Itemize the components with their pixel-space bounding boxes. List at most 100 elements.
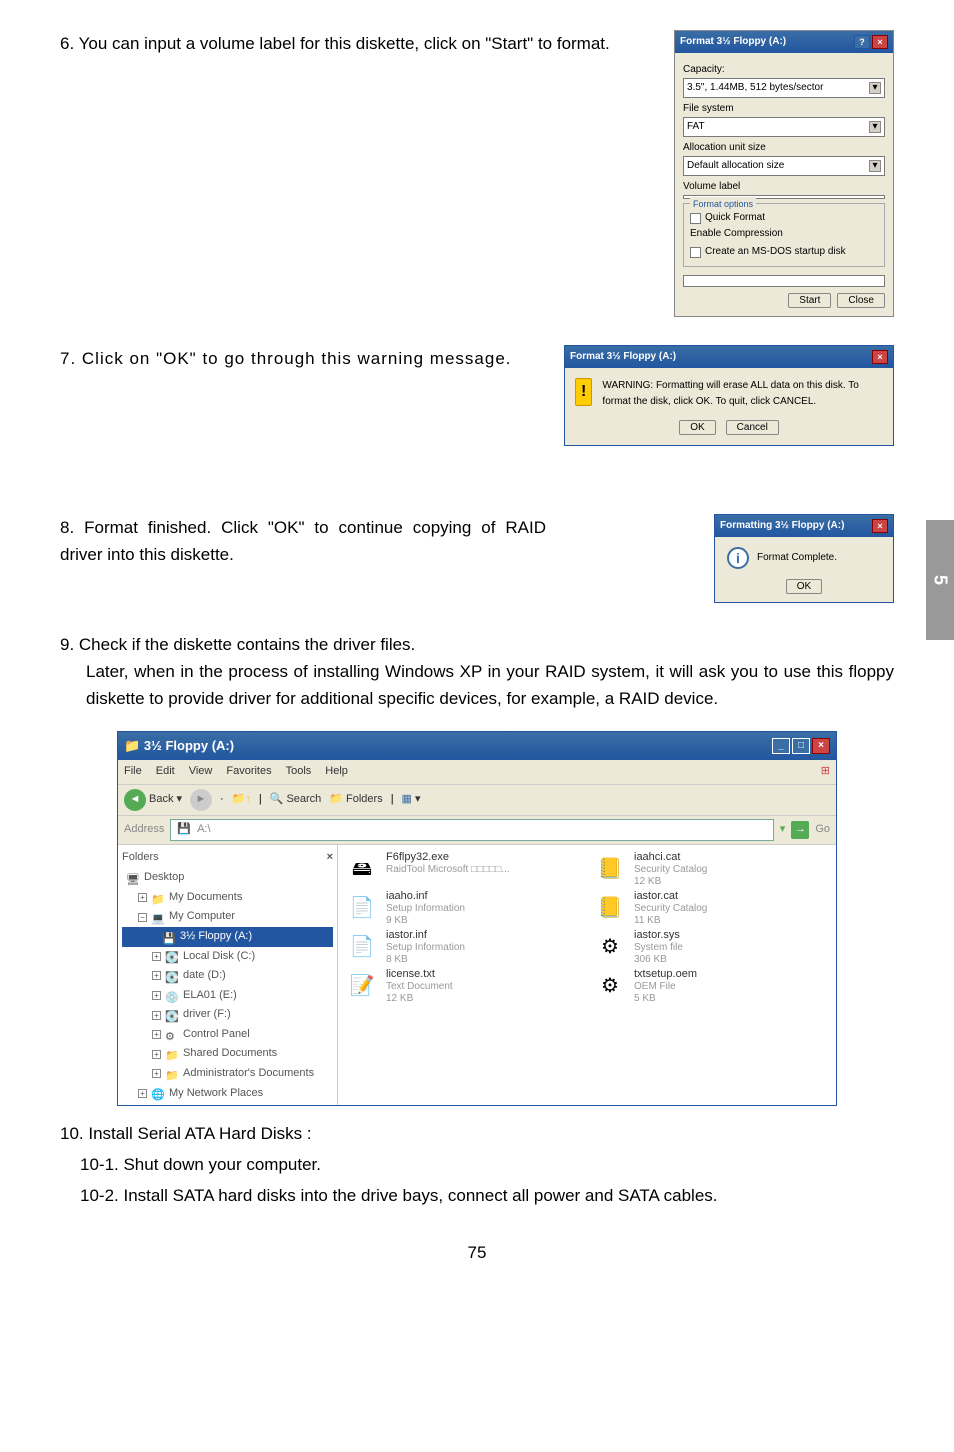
file-item[interactable]: ⚙iastor.sysSystem file306 KB [592,929,830,966]
control-panel-icon: ⚙ [165,1029,179,1041]
menu-help[interactable]: Help [325,763,348,781]
step9a-text: 9. Check if the diskette contains the dr… [60,631,894,658]
close-icon[interactable]: × [872,350,888,364]
quickformat-checkbox[interactable] [690,213,701,224]
close-pane-icon[interactable]: × [327,849,333,867]
up-button[interactable]: 📁↑ [232,791,251,809]
folder-icon: 📁 [165,1068,179,1080]
back-button[interactable]: ◄Back ▾ [124,789,182,811]
complete-message: Format Complete. [757,550,837,566]
file-item[interactable]: 🖴F6flpy32.exeRaidTool Microsoft □□□□□... [344,851,582,888]
allocation-label: Allocation unit size [683,140,885,156]
close-button[interactable]: Close [837,293,885,308]
expand-icon[interactable]: + [152,1069,161,1078]
menu-file[interactable]: File [124,763,142,781]
warning-icon: ! [575,378,592,406]
volume-label: Volume label [683,179,885,195]
explorer-title: 3½ Floppy (A:) [144,738,234,753]
chevron-down-icon[interactable]: ▾ [869,160,881,172]
oem-icon: ⚙ [592,968,628,1004]
divider: | [391,791,394,809]
floppy-icon: 💾 [177,821,191,839]
help-icon[interactable]: ? [854,35,870,49]
complete-dialog: Formatting 3½ Floppy (A:) × i Format Com… [714,514,894,603]
filesystem-label: File system [683,101,885,117]
folders-header: Folders [122,849,159,867]
divider: · [220,791,224,809]
forward-button[interactable]: ► [190,789,212,811]
expand-icon[interactable]: + [152,1050,161,1059]
menu-edit[interactable]: Edit [156,763,175,781]
go-label: Go [815,821,830,839]
close-icon[interactable]: × [872,519,888,533]
file-item[interactable]: 📒iaahci.catSecurity Catalog12 KB [592,851,830,888]
computer-icon: 💻 [151,911,165,923]
forward-icon: ► [190,789,212,811]
file-item[interactable]: 📄iastor.infSetup Information8 KB [344,929,582,966]
expand-icon[interactable]: + [152,991,161,1000]
close-icon[interactable]: × [872,35,888,49]
explorer-window: 📁 3½ Floppy (A:) _ □ × File Edit View Fa… [117,731,837,1106]
info-icon: i [727,547,749,569]
expand-icon[interactable]: + [152,1011,161,1020]
folder-up-icon: 📁↑ [232,791,251,809]
menu-tools[interactable]: Tools [286,763,312,781]
chevron-down-icon[interactable]: ▾ [869,121,881,133]
folders-button[interactable]: 📁Folders [329,791,382,809]
cat-icon: 📒 [592,890,628,926]
address-dropdown[interactable]: ▾ [780,821,786,839]
progress-bar [683,275,885,287]
complete-title: Formatting 3½ Floppy (A:) [720,518,844,534]
capacity-select[interactable]: 3.5", 1.44MB, 512 bytes/sector▾ [683,78,885,98]
desktop-icon: 🖥 [126,872,140,884]
expand-icon[interactable]: + [152,952,161,961]
start-button[interactable]: Start [788,293,831,308]
menu-favorites[interactable]: Favorites [226,763,271,781]
close-icon[interactable]: × [812,738,830,754]
step9b-text: Later, when in the process of installing… [60,658,894,712]
warning-message: WARNING: Formatting will erase ALL data … [602,378,883,410]
collapse-icon[interactable]: − [138,913,147,922]
page-number: 75 [60,1239,894,1266]
filesystem-select[interactable]: FAT▾ [683,117,885,137]
search-button[interactable]: 🔍Search [270,791,322,809]
address-input[interactable]: 💾A:\ [170,819,773,841]
inf-icon: 📄 [344,929,380,965]
floppy-icon: 💾 [162,931,176,943]
expand-icon[interactable]: + [152,1030,161,1039]
sys-icon: ⚙ [592,929,628,965]
section-tab: 5 [926,520,954,640]
cd-icon: 💿 [165,990,179,1002]
file-item[interactable]: 📝license.txtText Document12 KB [344,968,582,1005]
msdos-checkbox[interactable] [690,247,701,258]
maximize-icon[interactable]: □ [792,738,810,754]
folder-icon: 📁 [124,738,140,753]
file-item[interactable]: ⚙txtsetup.oemOEM File5 KB [592,968,830,1005]
ok-button[interactable]: OK [679,420,715,435]
exe-icon: 🖴 [344,851,380,887]
go-button[interactable]: → [791,821,809,839]
cancel-button[interactable]: Cancel [726,420,779,435]
folder-tree[interactable]: 🖥Desktop +📁My Documents −💻My Computer 💾3… [122,868,333,1104]
expand-icon[interactable]: + [138,1089,147,1098]
back-icon: ◄ [124,789,146,811]
menu-view[interactable]: View [189,763,213,781]
capacity-label: Capacity: [683,62,885,78]
minimize-icon[interactable]: _ [772,738,790,754]
views-button[interactable]: ▦ ▾ [402,791,421,809]
step8-text: 8. Format finished. Click "OK" to contin… [60,514,546,603]
address-label: Address [124,821,164,839]
divider: | [259,791,262,809]
step6-text: 6. You can input a volume label for this… [60,30,656,317]
folder-icon: 📁 [151,892,165,904]
ok-button[interactable]: OK [786,579,822,594]
expand-icon[interactable]: + [152,971,161,980]
step10-text: 10. Install Serial ATA Hard Disks : [60,1120,894,1147]
warning-title: Format 3½ Floppy (A:) [570,349,676,365]
expand-icon[interactable]: + [138,893,147,902]
chevron-down-icon[interactable]: ▾ [869,82,881,94]
file-item[interactable]: 📒iastor.catSecurity Catalog11 KB [592,890,830,927]
inf-icon: 📄 [344,890,380,926]
allocation-select[interactable]: Default allocation size▾ [683,156,885,176]
file-item[interactable]: 📄iaaho.infSetup Information9 KB [344,890,582,927]
